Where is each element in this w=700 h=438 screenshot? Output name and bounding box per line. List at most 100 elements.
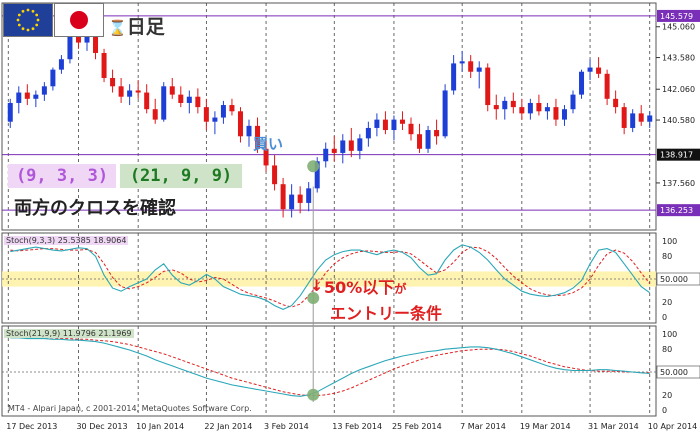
down-arrow-icon: ↓ <box>310 276 324 295</box>
candle-body <box>58 59 64 70</box>
candle-body <box>536 102 542 112</box>
candle-body <box>459 61 465 64</box>
stoch1-y-tick-label: 80 <box>662 252 672 261</box>
candle-body <box>621 107 627 128</box>
candle-body <box>110 77 116 87</box>
candle-body <box>442 90 448 137</box>
candle-body <box>647 115 653 122</box>
candle-body <box>399 119 405 124</box>
candle-body <box>451 63 457 91</box>
japan-flag-icon <box>54 3 104 37</box>
candle-body <box>246 125 252 137</box>
copyright-text: MT4 - Alpari Japan, c 2001-2014, MetaQuo… <box>8 404 252 413</box>
stoch1-y-tick-label: 100 <box>662 237 677 246</box>
x-tick-label: 31 Mar 2014 <box>588 422 639 431</box>
stoch2-params-badge: (21, 9, 9) <box>120 164 242 188</box>
candle-body <box>127 90 133 97</box>
stoch1-y-tick-label: 0 <box>662 313 667 322</box>
candle-body <box>101 52 107 78</box>
candle-body <box>476 67 482 72</box>
entry-condition-line1: 50%以下が <box>324 274 406 298</box>
buy-label: 買い <box>253 135 284 153</box>
candle-body <box>604 73 610 99</box>
candle-body <box>118 86 124 97</box>
stoch2-panel-header: Stoch(21,9,9) 11.9796 21.1969 <box>4 329 134 338</box>
stoch2-marker-dot <box>307 388 320 401</box>
candle-body <box>493 105 499 110</box>
candle-body <box>544 107 550 112</box>
y-tick-label: 145.060 <box>662 23 695 32</box>
x-tick-label: 10 Jan 2014 <box>136 422 184 431</box>
candle-body <box>561 109 567 120</box>
candle-body <box>280 184 286 210</box>
x-tick-label: 7 Mar 2014 <box>460 422 506 431</box>
x-tick-label: 17 Dec 2013 <box>6 422 57 431</box>
cross-confirm-note: 両方のクロスを確認 <box>14 198 176 219</box>
stoch2-signal-line <box>10 336 650 397</box>
candle-body <box>161 86 167 120</box>
stoch2-main-line <box>10 337 650 397</box>
stoch1-level-tag-label: 50.000 <box>660 275 688 284</box>
candle-body <box>417 134 423 149</box>
candle-body <box>229 105 235 112</box>
candle-body <box>382 119 388 131</box>
x-tick-label: 30 Dec 2013 <box>76 422 127 431</box>
candle-body <box>16 92 22 103</box>
candle-body <box>348 140 354 151</box>
candle-body <box>425 130 431 149</box>
stoch1-panel-header: Stoch(9,3,3) 25.5385 18.9064 <box>4 236 129 245</box>
y-tick-label: 143.580 <box>662 54 695 63</box>
y-tick-label: 142.060 <box>662 85 695 94</box>
timeframe-title: ⌛日足 <box>108 12 165 39</box>
candle-body <box>178 94 184 103</box>
candle-body <box>570 94 576 110</box>
x-tick-label: 13 Feb 2014 <box>332 422 382 431</box>
candle-body <box>24 92 30 99</box>
candle-body <box>519 107 525 114</box>
x-tick-label: 3 Feb 2014 <box>264 422 309 431</box>
stoch1-params-badge: (9, 3, 3) <box>8 164 116 188</box>
timeframe-label: 日足 <box>126 16 165 38</box>
candle-body <box>365 127 371 139</box>
candle-body <box>527 102 533 114</box>
x-tick-label: 10 Apr 2014 <box>648 422 697 431</box>
candle-body <box>169 86 175 95</box>
candle-body <box>289 194 295 210</box>
y-tick-label: 137.560 <box>662 179 695 188</box>
stoch2-y-tick-label: 80 <box>662 345 672 354</box>
candle-body <box>323 148 329 162</box>
stoch2-y-tick-label: 0 <box>662 406 667 415</box>
candle-body <box>135 90 141 93</box>
candle-body <box>408 123 414 135</box>
candle-body <box>203 107 209 122</box>
candle-body <box>391 119 397 131</box>
candle-body <box>596 67 602 74</box>
stoch1-y-tick-label: 20 <box>662 298 672 307</box>
price-tag-label: 138.917 <box>660 151 693 160</box>
candle-body <box>297 194 303 203</box>
candle-body <box>510 100 516 108</box>
candle-body <box>613 98 619 108</box>
candle-body <box>468 61 474 72</box>
entry-threshold-text: 50%以下 <box>324 278 395 297</box>
candle-body <box>33 94 39 99</box>
eu-flag-icon <box>3 3 53 37</box>
stoch2-panel-frame <box>1 325 657 417</box>
candle-body <box>630 113 636 128</box>
candle-body <box>186 96 192 103</box>
price-tag-label: 145.579 <box>660 12 693 21</box>
candle-body <box>212 117 218 122</box>
stoch2-y-tick-label: 100 <box>662 330 677 339</box>
candle-body <box>41 86 47 95</box>
x-tick-label: 25 Feb 2014 <box>392 422 442 431</box>
entry-particle-text: が <box>394 282 407 296</box>
candle-body <box>357 138 363 151</box>
candle-body <box>144 92 150 110</box>
candle-body <box>502 100 508 110</box>
candle-body <box>306 188 312 203</box>
candle-body <box>485 67 491 106</box>
candle-body <box>374 119 380 128</box>
candle-body <box>340 140 346 153</box>
x-tick-label: 19 Mar 2014 <box>520 422 571 431</box>
entry-condition-line2: エントリー条件 <box>330 304 443 323</box>
